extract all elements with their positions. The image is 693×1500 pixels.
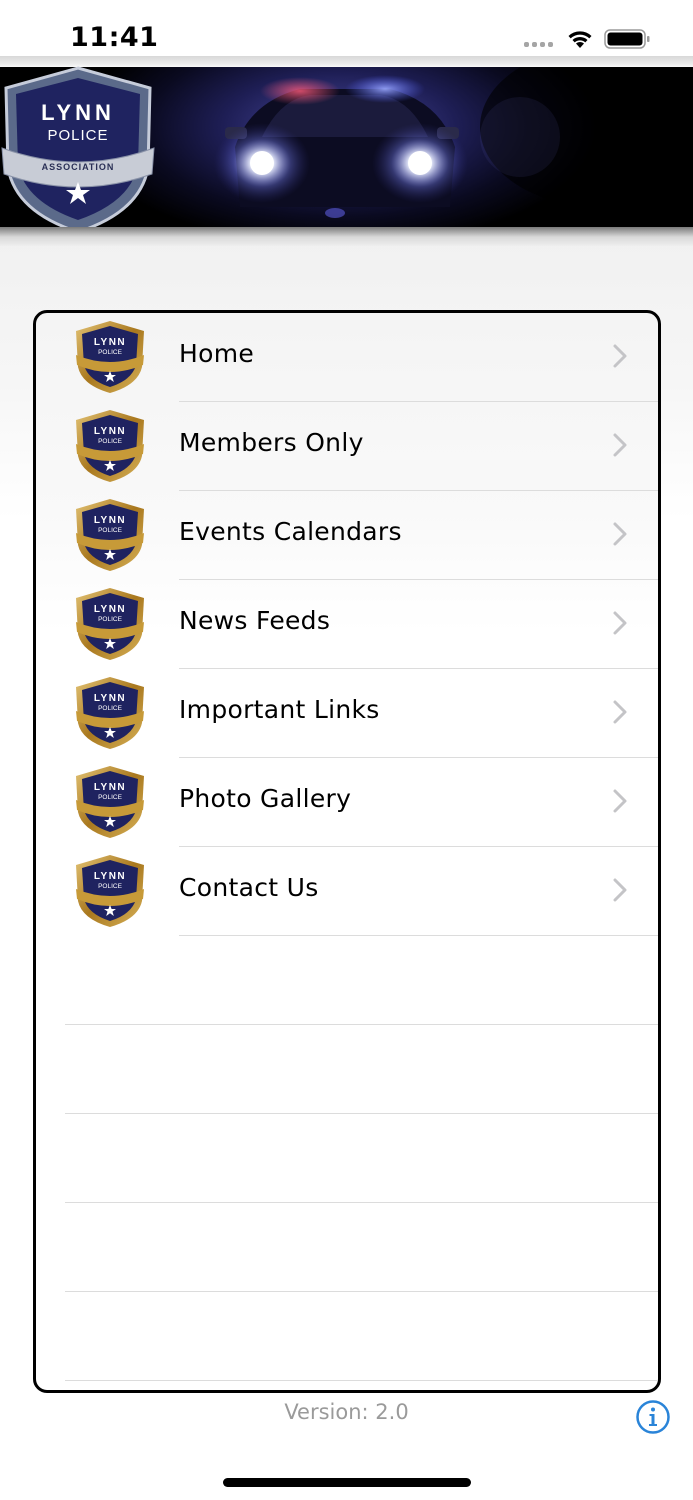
- status-bar: 11:41: [0, 0, 693, 56]
- row-separator: [179, 935, 658, 936]
- chevron-right-icon: [613, 789, 627, 813]
- status-time: 11:41: [70, 22, 159, 53]
- menu-item-members-only[interactable]: Members Only: [36, 402, 658, 491]
- home-indicator[interactable]: [223, 1478, 471, 1487]
- menu-item-label: Contact Us: [179, 873, 319, 902]
- chevron-right-icon: [613, 878, 627, 902]
- banner-shadow: [0, 227, 693, 246]
- empty-row-separator: [65, 1291, 658, 1292]
- cellular-signal-icon: [524, 40, 558, 48]
- info-icon[interactable]: [635, 1399, 671, 1435]
- menu-item-label: Home: [179, 339, 255, 368]
- menu-item-home[interactable]: Home: [36, 313, 658, 402]
- police-badge-icon: [76, 855, 144, 927]
- lynn-police-association-logo: LYNN POLICE ASSOCIATION: [1, 66, 155, 234]
- chevron-right-icon: [613, 344, 627, 368]
- chevron-right-icon: [613, 522, 627, 546]
- police-badge-icon: [76, 677, 144, 749]
- police-badge-icon: [76, 766, 144, 838]
- police-badge-icon: [76, 410, 144, 482]
- empty-row-separator: [65, 1202, 658, 1203]
- menu-item-events-calendars[interactable]: Events Calendars: [36, 491, 658, 580]
- chevron-right-icon: [613, 611, 627, 635]
- svg-text:LYNN: LYNN: [41, 100, 115, 125]
- menu-item-contact-us[interactable]: Contact Us: [36, 847, 658, 936]
- battery-icon: [604, 29, 650, 49]
- menu-item-photo-gallery[interactable]: Photo Gallery: [36, 758, 658, 847]
- police-badge-icon: [76, 499, 144, 571]
- menu-item-label: Important Links: [179, 695, 380, 724]
- menu-item-label: Events Calendars: [179, 517, 402, 546]
- chevron-right-icon: [613, 700, 627, 724]
- menu-item-news-feeds[interactable]: News Feeds: [36, 580, 658, 669]
- header-banner: LYNN POLICE ASSOCIATION: [0, 56, 693, 246]
- menu-item-important-links[interactable]: Important Links: [36, 669, 658, 758]
- empty-row-separator: [65, 1024, 658, 1025]
- menu-item-label: News Feeds: [179, 606, 331, 635]
- menu-item-label: Members Only: [179, 428, 364, 457]
- version-label: Version: 2.0: [284, 1400, 409, 1424]
- svg-text:POLICE: POLICE: [47, 127, 108, 144]
- menu-list: Home Members Only Events Calendars News …: [33, 310, 661, 1393]
- police-badge-icon: [76, 588, 144, 660]
- wifi-icon: [568, 31, 592, 48]
- chevron-right-icon: [613, 433, 627, 457]
- svg-text:ASSOCIATION: ASSOCIATION: [42, 162, 115, 172]
- empty-row-separator: [65, 1113, 658, 1114]
- menu-item-label: Photo Gallery: [179, 784, 352, 813]
- police-badge-icon: [76, 321, 144, 393]
- empty-row-separator: [65, 1380, 658, 1381]
